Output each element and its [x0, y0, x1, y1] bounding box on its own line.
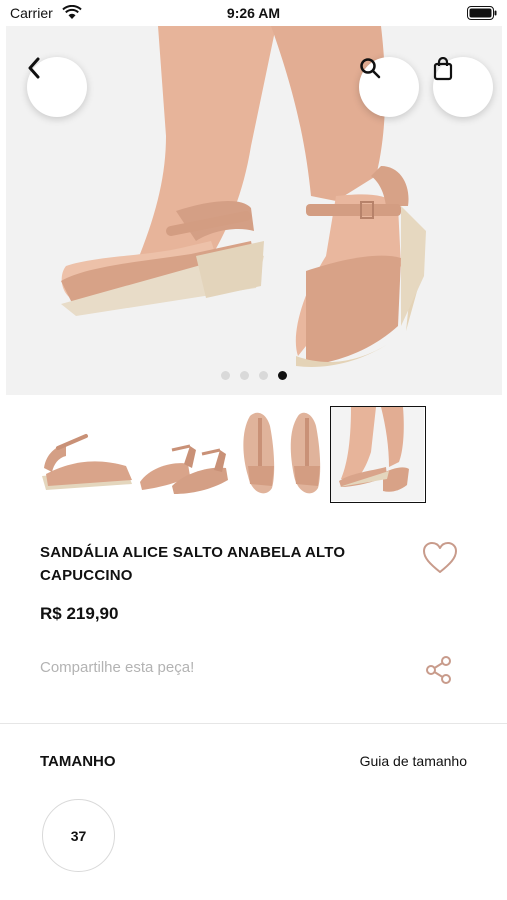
share-icon[interactable]: [424, 655, 454, 685]
share-label[interactable]: Compartilhe esta peça!: [40, 659, 194, 676]
page-dot[interactable]: [221, 371, 230, 380]
battery-icon: [467, 6, 497, 20]
clock: 9:26 AM: [226, 5, 281, 21]
product-title: SANDÁLIA ALICE SALTO ANABELA ALTO CAPUCC…: [40, 544, 346, 584]
product-price: R$ 219,90: [40, 604, 119, 623]
size-option-37[interactable]: 37: [42, 799, 115, 872]
carousel-page-indicator: [6, 371, 502, 380]
thumbnail-strip: [36, 406, 436, 504]
shopping-bag-button[interactable]: [433, 57, 493, 117]
back-button[interactable]: [27, 57, 87, 117]
search-icon: [360, 58, 381, 79]
size-guide-link[interactable]: Guia de tamanho: [360, 753, 467, 769]
chevron-left-icon: [28, 57, 40, 79]
shopping-bag-icon: [433, 57, 453, 81]
search-button[interactable]: [359, 57, 419, 117]
section-divider: [0, 723, 507, 724]
thumbnail-top-view[interactable]: [236, 406, 332, 503]
product-image-carousel[interactable]: [6, 26, 502, 395]
page-dot[interactable]: [259, 371, 268, 380]
page-dot-active[interactable]: [278, 371, 287, 380]
page-dot[interactable]: [240, 371, 249, 380]
size-section-heading: TAMANHO: [40, 753, 116, 770]
thumbnail-pair-view[interactable]: [136, 406, 232, 503]
thumbnail-model-view-selected[interactable]: [330, 406, 426, 503]
favorite-heart-icon[interactable]: [422, 541, 458, 575]
status-bar: Carrier 9:26 AM: [0, 0, 507, 26]
thumbnail-side-view[interactable]: [36, 406, 132, 503]
